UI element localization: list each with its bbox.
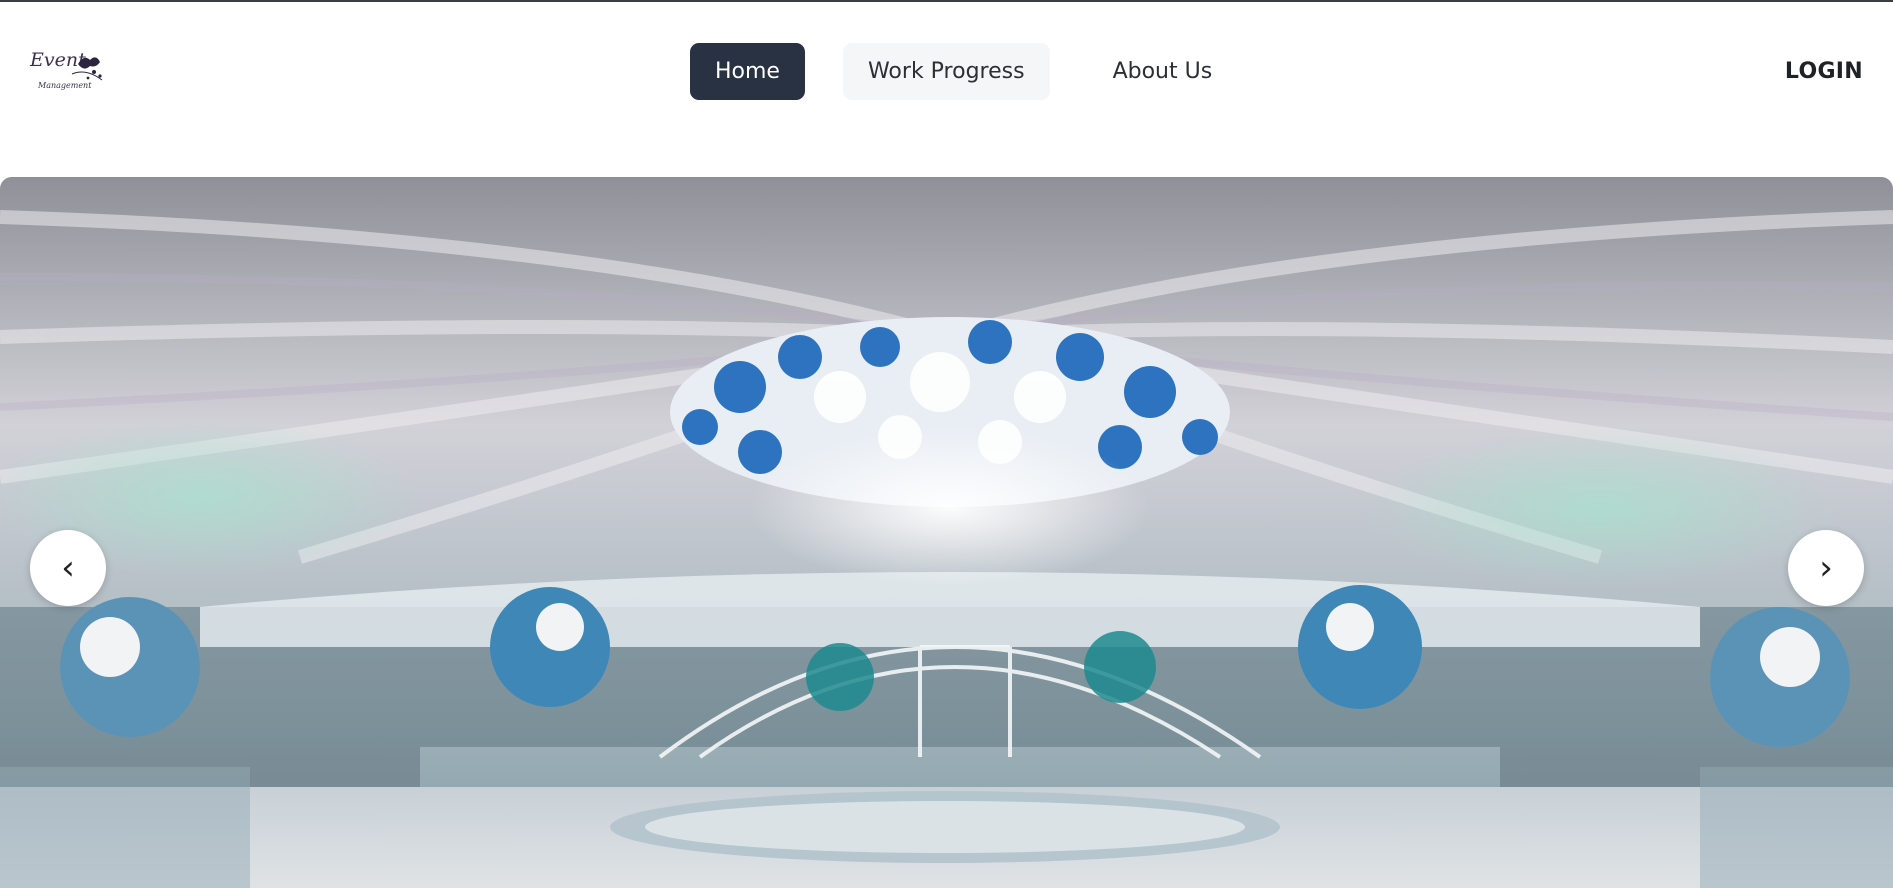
carousel-prev-button[interactable]: ‹ [30,530,106,606]
chevron-right-icon: › [1819,548,1833,588]
logo[interactable]: Event Management [28,44,112,94]
logo-image: Event Management [29,49,103,90]
nav-about-us[interactable]: About Us [1088,43,1238,100]
carousel-next-button[interactable]: › [1788,530,1864,606]
chevron-left-icon: ‹ [61,548,75,588]
main-nav: Home Work Progress About Us [690,42,1237,100]
login-link[interactable]: LOGIN [1785,59,1863,84]
hero-carousel: ‹ › [0,177,1893,888]
site-header: Event Management Home Work Progress Abou… [0,2,1893,142]
logo-line2: Management [37,81,92,90]
event-hall-photo [0,177,1893,888]
nav-work-progress[interactable]: Work Progress [842,42,1050,100]
logo-line1: Event [29,49,86,71]
nav-home[interactable]: Home [690,42,805,100]
